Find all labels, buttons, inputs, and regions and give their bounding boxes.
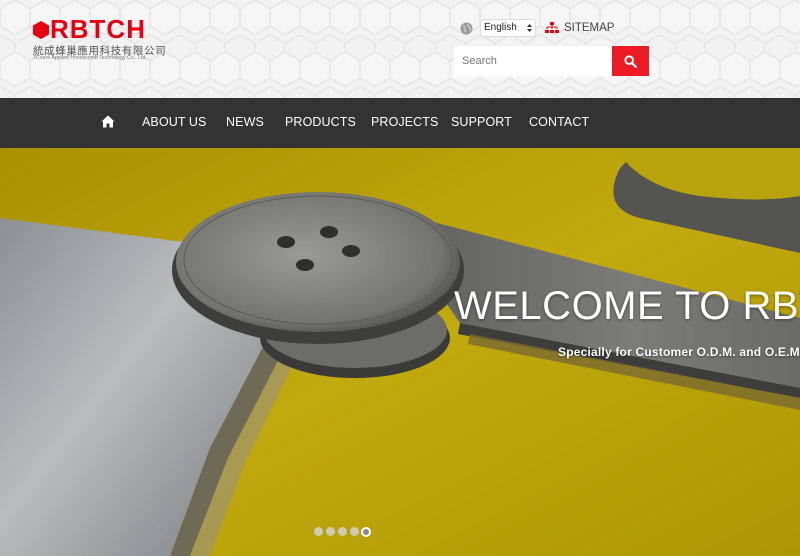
site-header: RBTCH 統成蜂巢應用科技有限公司 TCoere Applied Honeyc… <box>0 0 800 98</box>
hero-title: WELCOME TO RBTCH <box>454 284 800 328</box>
language-select[interactable]: English <box>480 19 536 37</box>
globe-icon <box>460 22 473 35</box>
slider-dot-active[interactable] <box>361 526 371 537</box>
sitemap-icon <box>545 22 559 33</box>
main-nav: ABOUT US NEWS PRODUCTS PROJECTS SUPPORT … <box>0 98 800 148</box>
nav-item-news[interactable]: NEWS <box>226 115 264 129</box>
site-logo[interactable]: RBTCH 統成蜂巢應用科技有限公司 TCoere Applied Honeyc… <box>33 14 166 62</box>
search-input[interactable] <box>454 46 612 76</box>
logo-english-name: TCoere Applied Honeycomb Technology Co.,… <box>33 55 147 61</box>
nav-item-about-us[interactable]: ABOUT US <box>142 115 206 129</box>
home-icon[interactable] <box>101 115 115 128</box>
sitemap-link[interactable]: SITEMAP <box>564 22 614 34</box>
nav-item-products[interactable]: PRODUCTS <box>285 115 356 129</box>
slider-dot[interactable] <box>350 527 359 536</box>
nav-item-contact[interactable]: CONTACT <box>529 115 589 129</box>
logo-wordmark: RBTCH <box>50 14 146 44</box>
hero-slider[interactable]: WELCOME TO RBTCH Specially for Customer … <box>0 148 800 556</box>
select-arrows-icon <box>527 24 532 32</box>
slider-dot[interactable] <box>314 527 323 536</box>
hero-subtitle: Specially for Customer O.D.M. and O.E.M.… <box>558 345 800 359</box>
slider-dot[interactable] <box>338 527 347 536</box>
logo-hexagon-icon <box>33 21 49 39</box>
search-button[interactable] <box>612 46 649 76</box>
language-selected-value: English <box>484 22 517 33</box>
search-icon <box>624 55 637 68</box>
nav-item-support[interactable]: SUPPORT <box>451 115 512 129</box>
slider-dot[interactable] <box>326 527 335 536</box>
nav-item-projects[interactable]: PROJECTS <box>371 115 438 129</box>
